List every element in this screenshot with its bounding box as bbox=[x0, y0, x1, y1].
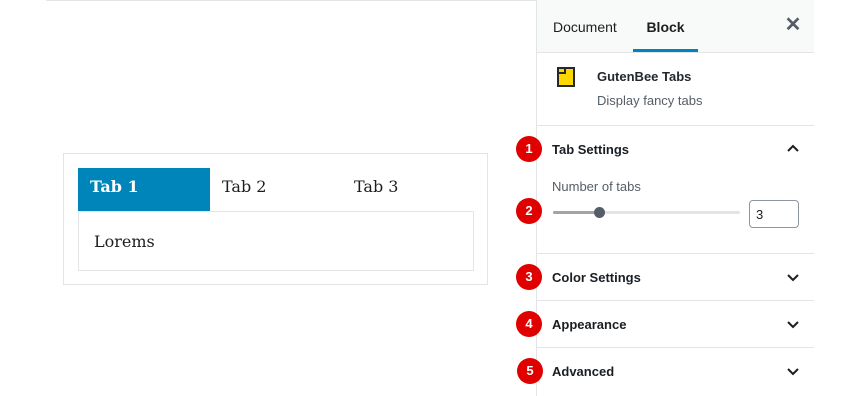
panel-title-color-settings[interactable]: Color Settings bbox=[552, 270, 641, 285]
tab-2[interactable]: Tab 2 bbox=[210, 168, 342, 211]
chevron-down-icon[interactable] bbox=[785, 363, 801, 379]
tab-panel-content[interactable]: Lorems bbox=[78, 211, 474, 271]
marker-5: 5 bbox=[517, 358, 543, 384]
tabs-block[interactable]: Tab 1 Tab 2 Tab 3 Lorems bbox=[63, 153, 488, 285]
marker-1: 1 bbox=[516, 136, 542, 162]
slider-thumb[interactable] bbox=[594, 207, 605, 218]
tab-document[interactable]: Document bbox=[553, 0, 617, 52]
chevron-up-icon[interactable] bbox=[785, 141, 801, 157]
number-of-tabs-label: Number of tabs bbox=[552, 179, 641, 194]
sidebar-tabs: Document Block ✕ bbox=[537, 0, 814, 53]
editor-canvas: Tab 1 Tab 2 Tab 3 Lorems bbox=[0, 0, 536, 396]
chevron-down-icon[interactable] bbox=[785, 316, 801, 332]
block-description: Display fancy tabs bbox=[597, 93, 703, 108]
panel-title-advanced[interactable]: Advanced bbox=[552, 364, 614, 379]
canvas-divider bbox=[46, 0, 536, 1]
block-tabs-icon bbox=[557, 67, 575, 87]
number-of-tabs-input[interactable]: 3 bbox=[749, 200, 799, 228]
block-title: GutenBee Tabs bbox=[597, 69, 692, 84]
panel-appearance: Appearance bbox=[537, 301, 814, 348]
settings-sidebar: Document Block ✕ GutenBee Tabs Display f… bbox=[536, 0, 814, 396]
marker-3: 3 bbox=[516, 264, 542, 290]
panel-tab-settings: Tab Settings Number of tabs 3 bbox=[537, 125, 814, 254]
close-icon[interactable]: ✕ bbox=[783, 15, 803, 35]
slider-fill bbox=[553, 211, 600, 214]
marker-4: 4 bbox=[516, 311, 542, 337]
panel-title-tab-settings[interactable]: Tab Settings bbox=[552, 142, 629, 157]
number-of-tabs-slider[interactable] bbox=[553, 211, 740, 214]
tab-block[interactable]: Block bbox=[633, 0, 698, 52]
tab-3[interactable]: Tab 3 bbox=[342, 168, 474, 211]
panel-advanced: Advanced bbox=[537, 348, 814, 396]
tab-1[interactable]: Tab 1 bbox=[78, 168, 210, 211]
block-card: GutenBee Tabs Display fancy tabs bbox=[537, 53, 814, 126]
marker-2: 2 bbox=[516, 198, 542, 224]
chevron-down-icon[interactable] bbox=[785, 269, 801, 285]
panel-color-settings: Color Settings bbox=[537, 254, 814, 301]
panel-title-appearance[interactable]: Appearance bbox=[552, 317, 626, 332]
